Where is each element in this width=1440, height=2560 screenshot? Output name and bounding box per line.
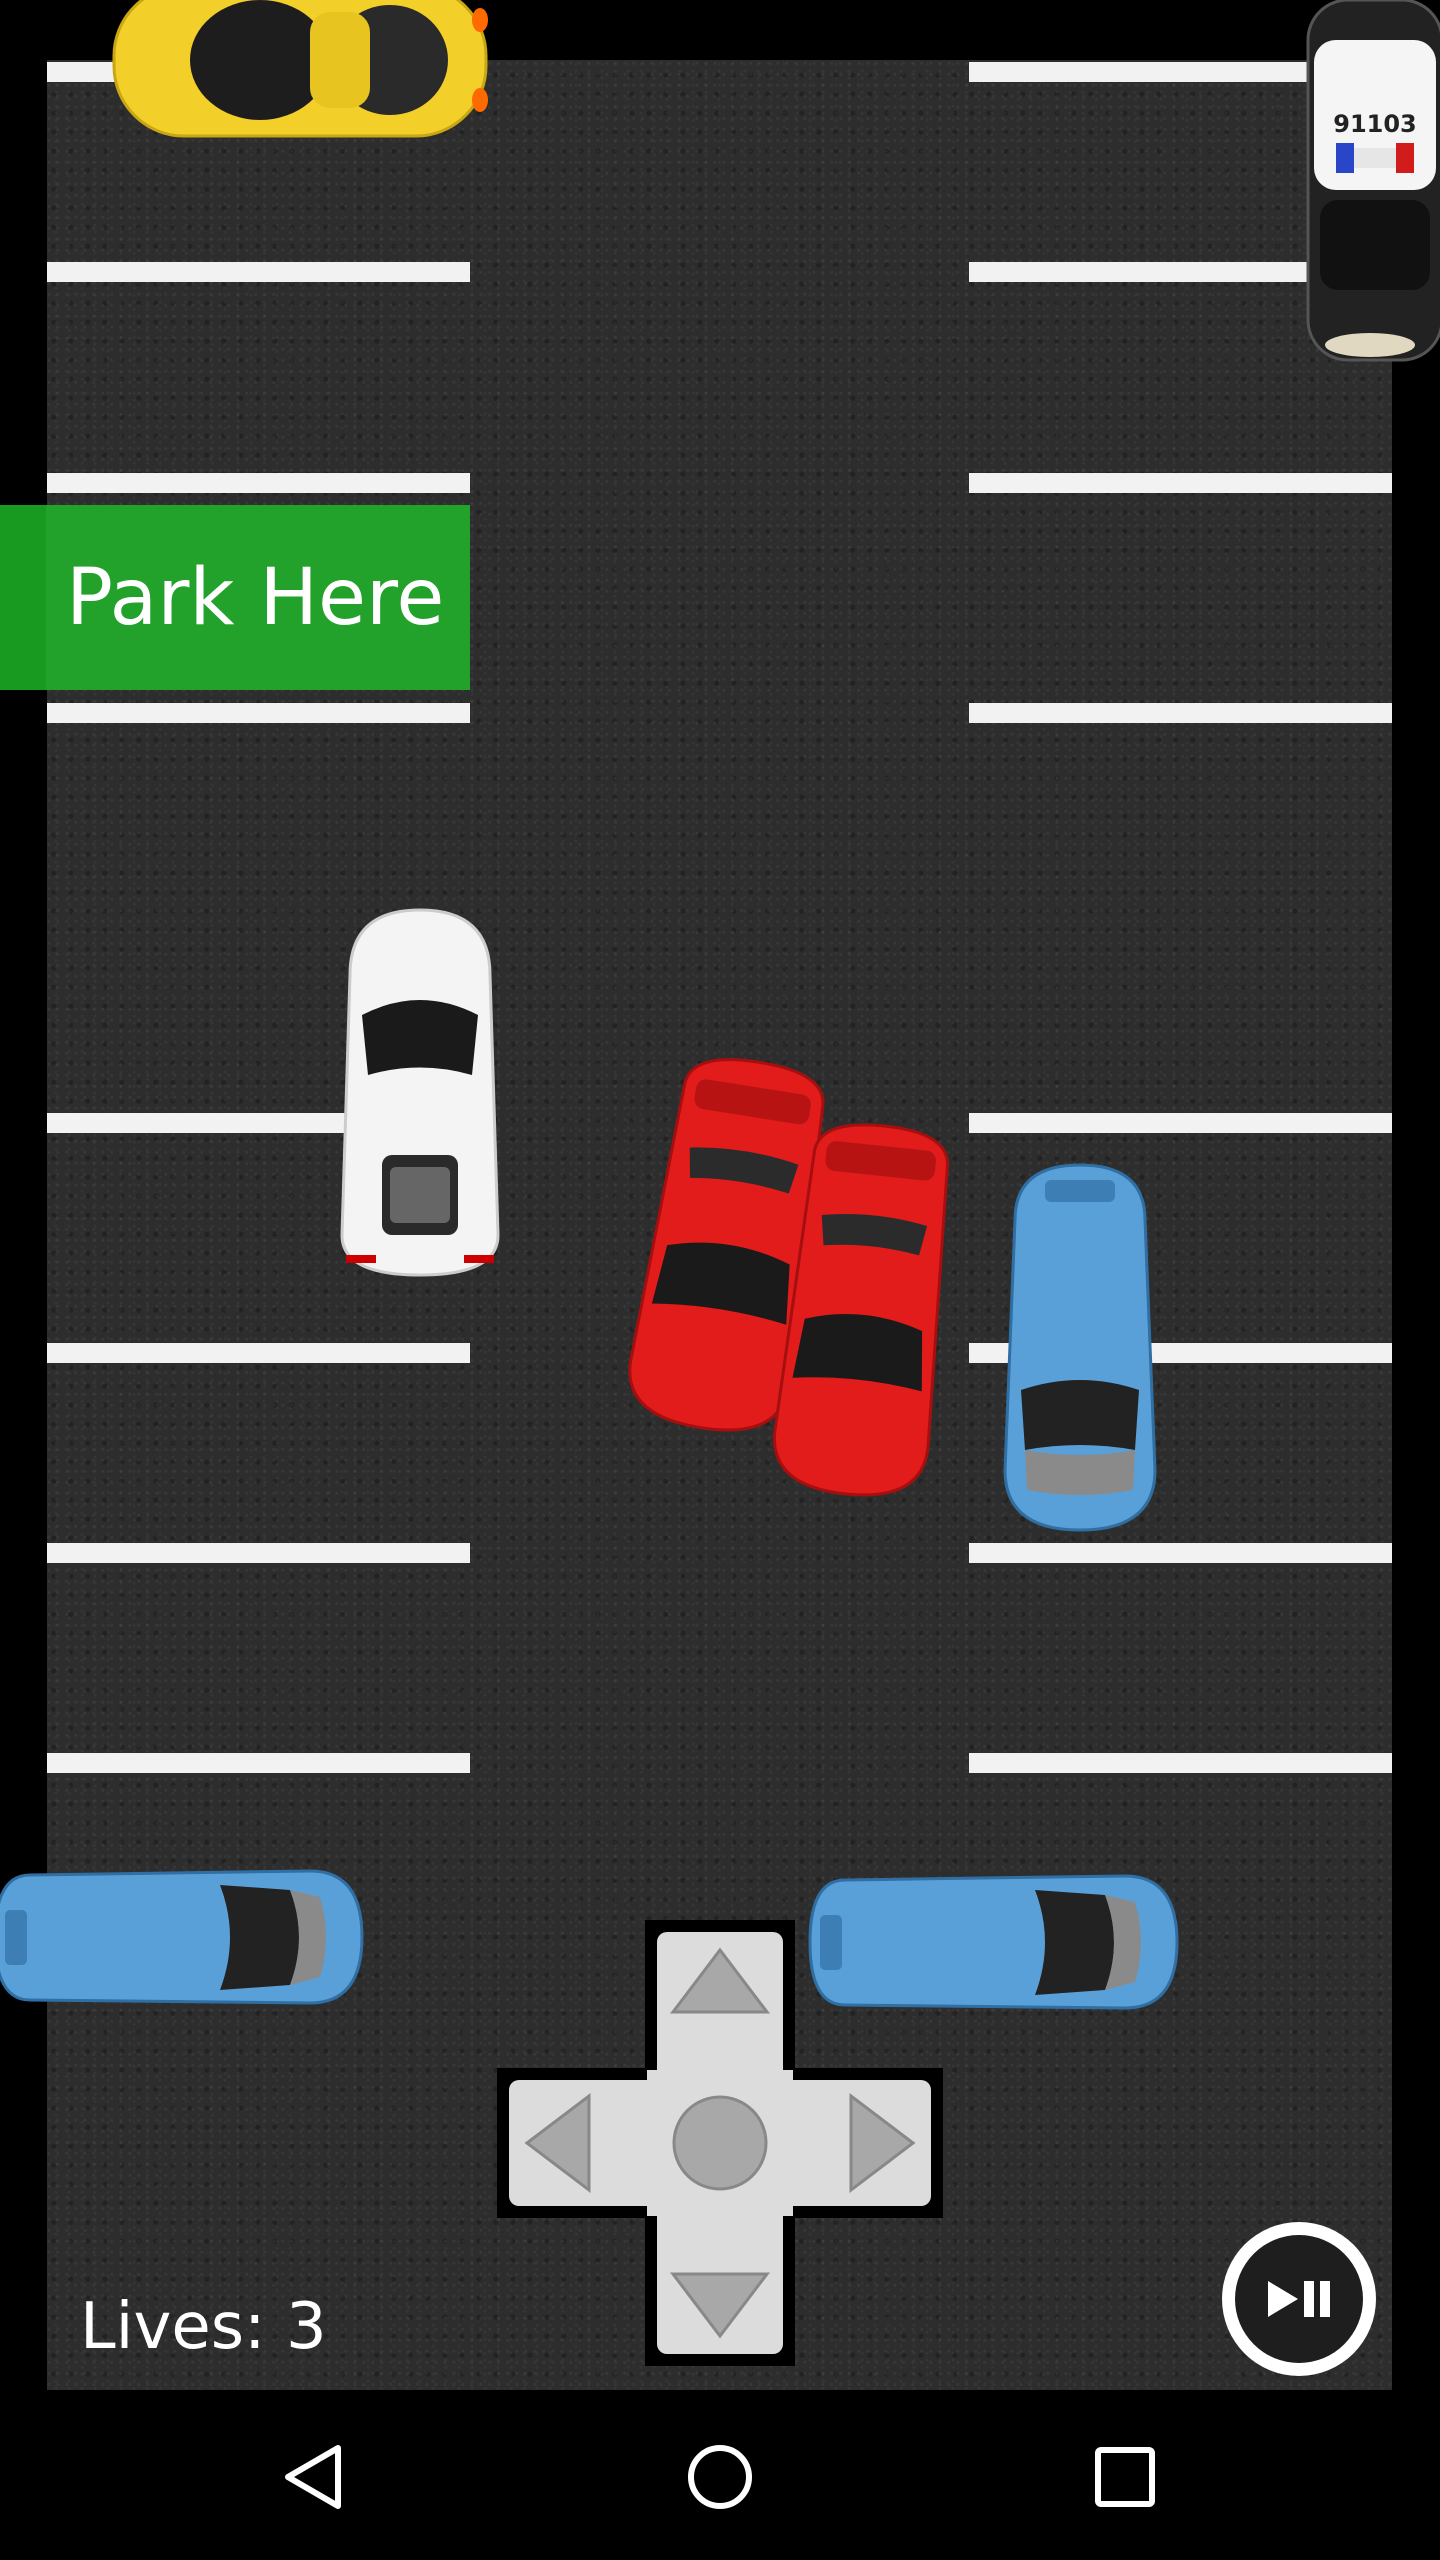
parking-line xyxy=(47,703,470,723)
system-nav-bar xyxy=(0,2392,1440,2560)
back-icon xyxy=(285,2445,341,2509)
play-pause-icon xyxy=(1268,2281,1330,2317)
home-icon xyxy=(688,2445,752,2509)
parking-line xyxy=(969,1543,1392,1563)
blue-car xyxy=(1003,1163,1157,1532)
parking-line xyxy=(47,473,470,493)
parking-line xyxy=(47,1753,470,1773)
parking-line xyxy=(47,1343,470,1363)
parking-line xyxy=(969,1113,1392,1133)
play-pause-button[interactable] xyxy=(1222,2222,1376,2376)
recents-icon xyxy=(1095,2447,1155,2507)
police-car: 91103 xyxy=(1306,0,1440,362)
recents-button[interactable] xyxy=(1080,2432,1170,2522)
park-here-label: Park Here xyxy=(66,552,445,643)
parking-line xyxy=(969,473,1392,493)
dpad-control xyxy=(497,1920,943,2366)
white-sports-car xyxy=(340,908,500,1277)
parking-line xyxy=(47,262,470,282)
yellow-car xyxy=(112,0,488,138)
home-button[interactable] xyxy=(675,2432,765,2522)
police-car-number: 91103 xyxy=(1333,110,1417,138)
park-here-target: Park Here xyxy=(0,505,470,690)
parking-line xyxy=(969,703,1392,723)
blue-car xyxy=(0,1869,364,2005)
back-button[interactable] xyxy=(270,2432,360,2522)
center-circle-icon[interactable] xyxy=(672,2095,768,2191)
parking-line xyxy=(47,1543,470,1563)
lives-counter: Lives: 3 xyxy=(80,2290,327,2364)
red-car xyxy=(772,1123,949,1497)
parking-line xyxy=(969,1753,1392,1773)
